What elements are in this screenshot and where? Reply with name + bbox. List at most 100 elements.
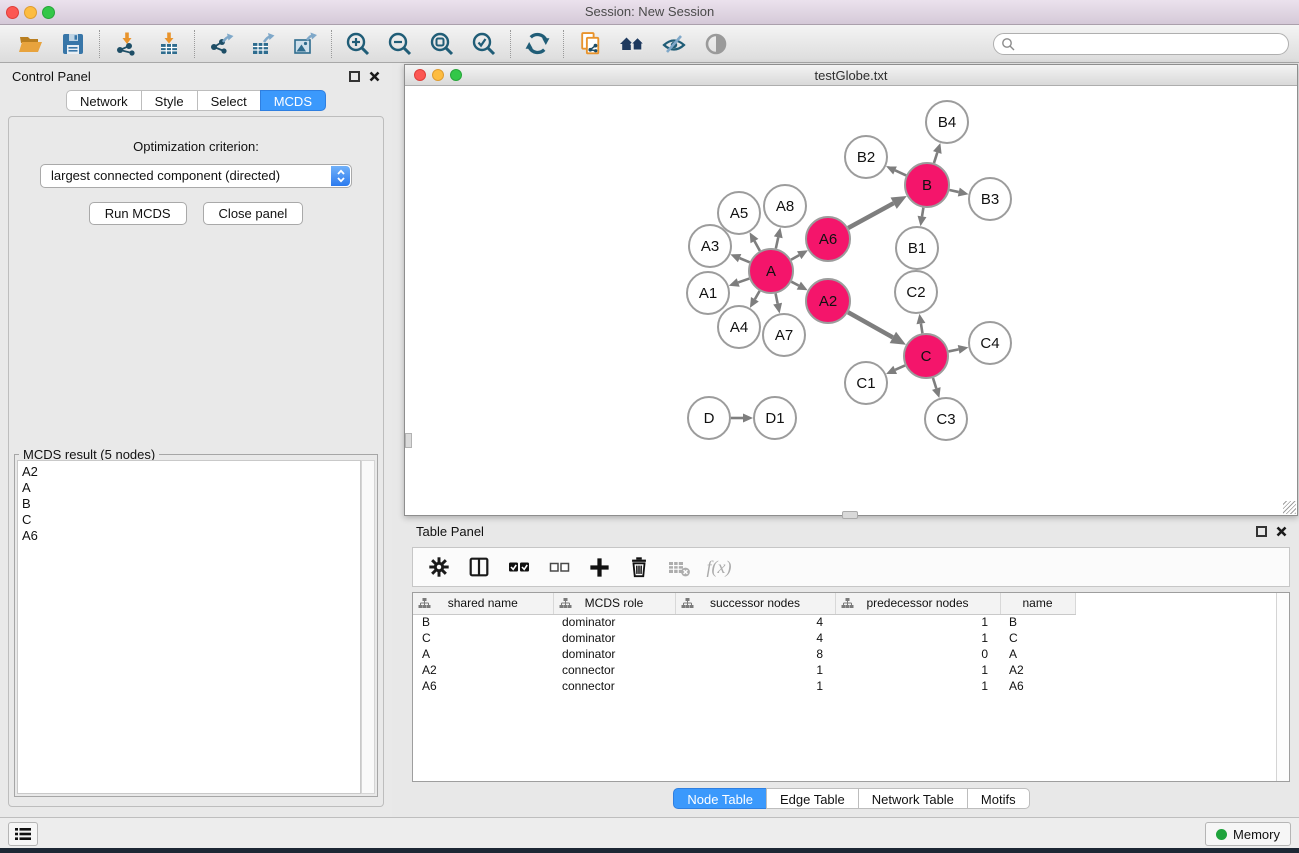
table-cell[interactable]: B <box>413 614 553 630</box>
graph-node-A4[interactable]: A4 <box>718 306 760 348</box>
table-cell[interactable]: A <box>1000 646 1075 662</box>
graph-edge-A-A8[interactable] <box>774 228 783 249</box>
table-cell[interactable]: dominator <box>553 630 675 646</box>
tab-motifs[interactable]: Motifs <box>967 788 1030 809</box>
graph-node-C1[interactable]: C1 <box>845 362 887 404</box>
table-cell[interactable]: 1 <box>835 678 1000 694</box>
delete-columns-button[interactable] <box>621 551 657 583</box>
result-item[interactable]: B <box>22 496 360 512</box>
hide-selected-button[interactable] <box>653 28 695 60</box>
create-column-button[interactable] <box>581 551 617 583</box>
network-canvas[interactable]: AA1A2A3A4A5A6A7A8BB1B2B3B4CC1C2C3C4DD1 <box>405 87 1297 515</box>
save-session-button[interactable] <box>52 28 94 60</box>
criterion-select[interactable]: largest connected component (directed) <box>40 164 352 188</box>
table-cell[interactable]: C <box>1000 630 1075 646</box>
column-header[interactable]: successor nodes <box>675 593 835 614</box>
graph-node-C2[interactable]: C2 <box>895 271 937 313</box>
table-cell[interactable]: 1 <box>675 662 835 678</box>
table-cell[interactable]: 0 <box>835 646 1000 662</box>
table-cell[interactable]: dominator <box>553 614 675 630</box>
canvas-left-handle[interactable] <box>405 433 412 448</box>
show-columns-button[interactable] <box>461 551 497 583</box>
table-cell[interactable]: A <box>413 646 553 662</box>
memory-button[interactable]: Memory <box>1205 822 1291 846</box>
graph-edge-A6-B[interactable] <box>848 196 907 228</box>
table-cell[interactable]: dominator <box>553 646 675 662</box>
graph-node-A2[interactable]: A2 <box>806 279 850 323</box>
mcds-result-list[interactable]: A2ABCA6 <box>17 460 361 794</box>
graph-edge-B-B3[interactable] <box>949 188 968 197</box>
fit-content-button[interactable] <box>421 28 463 60</box>
import-table-button[interactable] <box>147 28 189 60</box>
table-cell[interactable]: A2 <box>1000 662 1075 678</box>
graph-node-A3[interactable]: A3 <box>689 225 731 267</box>
graph-edge-A-A1[interactable] <box>729 278 750 286</box>
graph-node-A[interactable]: A <box>749 249 793 293</box>
export-network-button[interactable] <box>200 28 242 60</box>
zoom-out-button[interactable] <box>379 28 421 60</box>
result-item[interactable]: A <box>22 480 360 496</box>
close-panel-icon[interactable] <box>369 71 380 82</box>
table-cell[interactable]: A6 <box>413 678 553 694</box>
show-all-button[interactable] <box>695 28 737 60</box>
float-table-panel-icon[interactable] <box>1256 526 1267 537</box>
new-network-from-selection-button[interactable] <box>569 28 611 60</box>
table-cell[interactable]: 1 <box>835 614 1000 630</box>
table-cell[interactable]: C <box>413 630 553 646</box>
tab-select[interactable]: Select <box>197 90 261 111</box>
function-builder-button[interactable]: f(x) <box>701 551 737 583</box>
export-image-button[interactable] <box>284 28 326 60</box>
graph-node-B2[interactable]: B2 <box>845 136 887 178</box>
graph-edge-C-C1[interactable] <box>886 365 905 374</box>
table-cell[interactable]: A6 <box>1000 678 1075 694</box>
column-header[interactable]: predecessor nodes <box>835 593 1000 614</box>
result-list-scrollbar[interactable] <box>361 460 375 794</box>
first-neighbors-button[interactable] <box>611 28 653 60</box>
graph-node-D[interactable]: D <box>688 397 730 439</box>
select-all-columns-button[interactable] <box>501 551 537 583</box>
graph-node-B1[interactable]: B1 <box>896 227 938 269</box>
graph-node-D1[interactable]: D1 <box>754 397 796 439</box>
graph-node-A8[interactable]: A8 <box>764 185 806 227</box>
import-network-button[interactable] <box>105 28 147 60</box>
graph-edge-A-A2[interactable] <box>791 282 807 291</box>
tab-network[interactable]: Network <box>66 90 142 111</box>
graph-node-A7[interactable]: A7 <box>763 314 805 356</box>
graph-node-A6[interactable]: A6 <box>806 217 850 261</box>
table-cell[interactable]: 1 <box>675 678 835 694</box>
graph-node-C[interactable]: C <box>904 334 948 378</box>
resize-grip[interactable] <box>1283 501 1296 514</box>
close-table-panel-icon[interactable] <box>1276 526 1287 537</box>
unselect-all-columns-button[interactable] <box>541 551 577 583</box>
result-item[interactable]: A6 <box>22 528 360 544</box>
table-cell[interactable]: 1 <box>835 630 1000 646</box>
zoom-in-button[interactable] <box>337 28 379 60</box>
float-panel-icon[interactable] <box>349 71 360 82</box>
open-session-button[interactable] <box>10 28 52 60</box>
graph-node-B3[interactable]: B3 <box>969 178 1011 220</box>
graph-edge-C-C3[interactable] <box>932 378 941 398</box>
graph-edge-A-A5[interactable] <box>750 232 760 251</box>
graph-node-B4[interactable]: B4 <box>926 101 968 143</box>
table-mode-button[interactable] <box>421 551 457 583</box>
graph-node-A1[interactable]: A1 <box>687 272 729 314</box>
table-cell[interactable]: A2 <box>413 662 553 678</box>
table-vertical-scrollbar[interactable] <box>1276 593 1289 781</box>
column-header[interactable]: name <box>1000 593 1075 614</box>
column-header[interactable]: shared name <box>413 593 553 614</box>
network-graph[interactable]: AA1A2A3A4A5A6A7A8BB1B2B3B4CC1C2C3C4DD1 <box>405 87 1297 515</box>
table-cell[interactable]: 4 <box>675 630 835 646</box>
graph-edge-A2-C[interactable] <box>848 312 906 344</box>
table-cell[interactable]: 1 <box>835 662 1000 678</box>
graph-node-C3[interactable]: C3 <box>925 398 967 440</box>
close-panel-button[interactable]: Close panel <box>203 202 304 225</box>
search-input[interactable] <box>993 33 1289 55</box>
tab-edge-table[interactable]: Edge Table <box>766 788 859 809</box>
tab-network-table[interactable]: Network Table <box>858 788 968 809</box>
graph-edge-B-B1[interactable] <box>918 208 927 227</box>
graph-edge-D-D1[interactable] <box>731 414 753 423</box>
result-item[interactable]: C <box>22 512 360 528</box>
delete-table-button[interactable] <box>661 551 697 583</box>
graph-edge-B-B4[interactable] <box>933 143 942 163</box>
zoom-selected-button[interactable] <box>463 28 505 60</box>
